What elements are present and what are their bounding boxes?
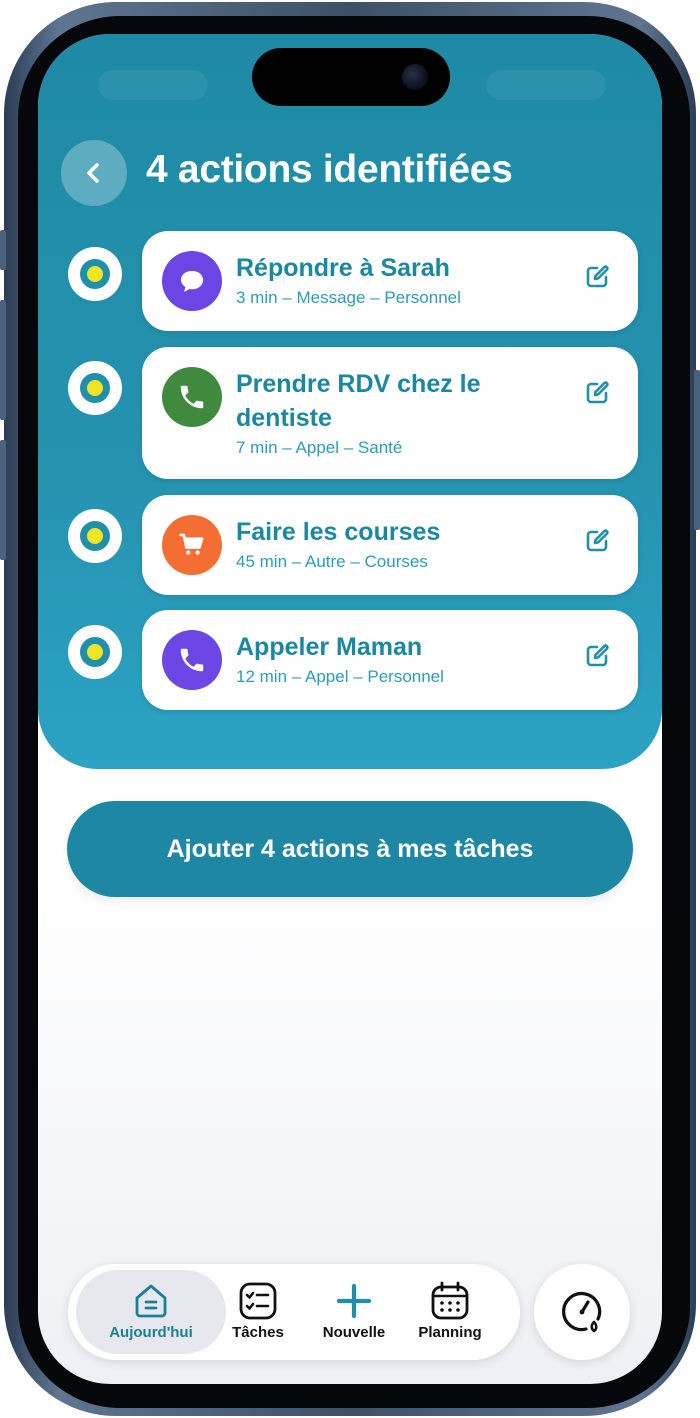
action-row: Prendre RDV chez le dentiste 7 min – App… — [38, 347, 662, 479]
action-row: Faire les courses 45 min – Autre – Cours… — [38, 495, 662, 595]
action-row: Répondre à Sarah 3 min – Message – Perso… — [38, 231, 662, 331]
page-title: 4 actions identifiées — [146, 148, 513, 191]
action-card[interactable]: Faire les courses 45 min – Autre – Cours… — [142, 495, 638, 595]
action-title: Prendre RDV chez le dentiste — [236, 370, 481, 432]
action-title: Appeler Maman — [236, 633, 423, 661]
phone-icon — [162, 630, 222, 690]
action-meta: 12 min – Appel – Personnel — [236, 667, 444, 686]
radio-dot — [87, 266, 103, 282]
action-meta: 3 min – Message – Personnel — [236, 288, 461, 307]
edit-action-button[interactable] — [580, 639, 614, 673]
cart-icon — [162, 515, 222, 575]
dynamic-island — [252, 48, 450, 106]
edit-action-button[interactable] — [580, 376, 614, 410]
tab-label: Tâches — [232, 1324, 284, 1341]
action-select-toggle[interactable] — [68, 247, 122, 301]
action-card[interactable]: Appeler Maman 12 min – Appel – Personnel — [142, 610, 638, 710]
back-button[interactable] — [61, 140, 127, 206]
action-title: Faire les courses — [236, 518, 441, 546]
edit-icon — [586, 644, 609, 667]
action-select-toggle[interactable] — [68, 361, 122, 415]
edit-icon — [586, 529, 609, 552]
action-card[interactable]: Prendre RDV chez le dentiste 7 min – App… — [142, 347, 638, 479]
action-title: Répondre à Sarah — [236, 254, 450, 282]
radio-ring — [80, 373, 110, 403]
calendar-icon — [431, 1281, 469, 1320]
tab-label: Aujourd'hui — [109, 1324, 193, 1341]
action-select-toggle[interactable] — [68, 509, 122, 563]
action-button — [0, 230, 6, 270]
home-icon — [135, 1284, 167, 1318]
edit-icon — [586, 381, 609, 404]
phone-icon — [162, 367, 222, 427]
tab-planning[interactable]: Planning — [402, 1270, 498, 1354]
radio-ring — [80, 521, 110, 551]
action-card[interactable]: Répondre à Sarah 3 min – Message – Perso… — [142, 231, 638, 331]
action-meta: 45 min – Autre – Courses — [236, 552, 428, 571]
volume-up-button — [0, 300, 6, 420]
radio-dot — [87, 380, 103, 396]
app-screen: 4 actions identifiées Répondre à Sarah 3… — [38, 34, 662, 1384]
action-row: Appeler Maman 12 min – Appel – Personnel — [38, 610, 662, 710]
tab-new[interactable]: Nouvelle — [306, 1270, 402, 1354]
status-time — [98, 70, 208, 100]
power-button — [694, 370, 700, 530]
checklist-icon — [239, 1282, 277, 1320]
camera-icon — [402, 64, 428, 90]
edit-icon — [586, 265, 609, 288]
volume-down-button — [0, 440, 6, 560]
radio-dot — [87, 528, 103, 544]
edit-action-button[interactable] — [580, 524, 614, 558]
gauge-icon — [562, 1291, 602, 1333]
add-actions-button[interactable]: Ajouter 4 actions à mes tâches — [67, 801, 633, 897]
focus-timer-button[interactable] — [534, 1264, 630, 1360]
radio-ring — [80, 259, 110, 289]
tab-bar: Aujourd'hui Tâches Nouvelle Planning — [68, 1264, 520, 1360]
tab-tasks[interactable]: Tâches — [210, 1270, 306, 1354]
message-bubble-icon — [162, 251, 222, 311]
plus-icon — [336, 1283, 372, 1319]
tab-today[interactable]: Aujourd'hui — [76, 1270, 226, 1354]
status-indicators — [486, 70, 606, 100]
radio-dot — [87, 644, 103, 660]
action-select-toggle[interactable] — [68, 625, 122, 679]
tab-label: Planning — [418, 1324, 482, 1341]
chevron-left-icon — [87, 163, 99, 183]
edit-action-button[interactable] — [580, 260, 614, 294]
tab-label: Nouvelle — [322, 1324, 386, 1341]
radio-ring — [80, 637, 110, 667]
action-meta: 7 min – Appel – Santé — [236, 438, 403, 457]
